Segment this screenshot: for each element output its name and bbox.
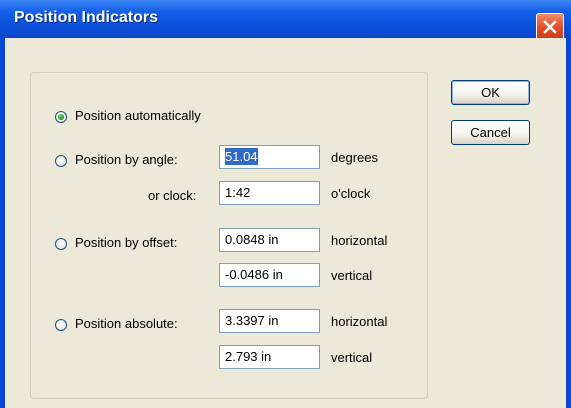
label-position-by-angle: Position by angle:: [75, 152, 178, 167]
offset-vertical-field[interactable]: -0.0486 in: [219, 263, 320, 287]
dialog-title: Position Indicators: [14, 9, 159, 26]
close-button[interactable]: [536, 13, 564, 41]
label-or-clock: or clock:: [148, 188, 197, 203]
label-position-absolute: Position absolute:: [75, 316, 178, 331]
close-icon: [543, 20, 557, 34]
angle-degrees-field[interactable]: 51.04: [219, 145, 320, 169]
offset-horizontal-field[interactable]: 0.0848 in: [219, 228, 320, 252]
dialog-client-area: OK Cancel Position automatically Positio…: [5, 38, 566, 408]
unit-oclock: o'clock: [331, 186, 371, 201]
ok-button[interactable]: OK: [451, 80, 530, 105]
radio-position-by-offset[interactable]: [55, 238, 67, 250]
label-position-by-offset: Position by offset:: [75, 235, 178, 250]
unit-absolute-horizontal: horizontal: [331, 314, 388, 329]
absolute-vertical-field[interactable]: 2.793 in: [219, 345, 320, 369]
radio-position-automatically[interactable]: [55, 111, 67, 123]
cancel-button[interactable]: Cancel: [451, 120, 530, 145]
unit-offset-horizontal: horizontal: [331, 233, 388, 248]
label-position-automatically: Position automatically: [75, 108, 201, 123]
unit-offset-vertical: vertical: [331, 268, 373, 283]
radio-position-by-angle[interactable]: [55, 155, 67, 167]
title-bar[interactable]: Position Indicators: [0, 0, 571, 41]
absolute-horizontal-field[interactable]: 3.3397 in: [219, 309, 320, 333]
clock-field[interactable]: 1:42: [219, 181, 320, 205]
unit-absolute-vertical: vertical: [331, 350, 373, 365]
dialog-window: Position Indicators OK Cancel Position a…: [0, 0, 571, 408]
radio-selected-dot: [58, 114, 64, 120]
unit-degrees: degrees: [331, 150, 378, 165]
angle-degrees-value: 51.04: [225, 148, 258, 165]
radio-position-absolute[interactable]: [55, 319, 67, 331]
